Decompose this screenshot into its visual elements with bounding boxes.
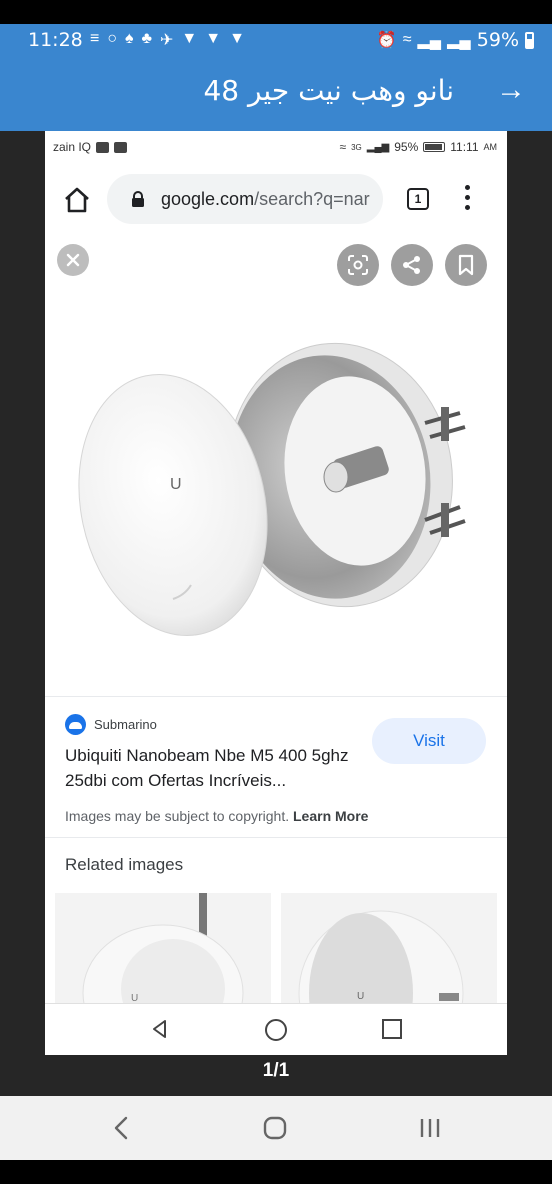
system-navigation-bar — [0, 1096, 552, 1160]
twitter-icon: ▼ — [181, 30, 198, 47]
wifi-icon: ≈ — [402, 31, 412, 48]
signal-icon: ▂▄▆ — [366, 141, 390, 153]
url-text[interactable]: google.com/search?q=nar — [161, 189, 373, 210]
product-image[interactable]: U — [45, 295, 507, 695]
related-images-title: Related images — [65, 855, 184, 874]
share-button[interactable] — [391, 244, 433, 286]
svg-text:U: U — [357, 991, 364, 1002]
carrier-name: zain IQ — [53, 140, 92, 154]
back-icon[interactable] — [112, 1116, 130, 1140]
signal-icon: ▂▄ — [447, 32, 471, 49]
home-icon[interactable] — [63, 187, 91, 213]
home-nav-icon[interactable] — [263, 1116, 289, 1140]
home-nav-icon[interactable] — [264, 1018, 288, 1042]
divider — [45, 696, 507, 697]
close-icon — [66, 253, 80, 267]
result-title[interactable]: Ubiquiti Nanobeam Nbe M5 400 5ghz 25dbi … — [65, 743, 365, 793]
source-name: Submarino — [94, 717, 157, 732]
copyright-text: Images may be subject to copyright. — [65, 808, 290, 824]
notification-icon: ≡ — [90, 30, 100, 47]
signal-icon: ▂▄ — [417, 32, 442, 49]
save-button[interactable] — [445, 244, 487, 286]
share-icon — [403, 256, 420, 274]
svg-text:U: U — [170, 476, 182, 493]
notification-icons: ≡ ○ ♠ ♣ ✈ ▼ ▼ ▼ — [90, 30, 245, 50]
back-icon[interactable] — [149, 1018, 171, 1040]
system-icons: ⏰ ≈ ▂▄ ▂▄ 59% — [377, 29, 534, 51]
alarm-icon: ⏰ — [376, 32, 397, 49]
visit-button[interactable]: Visit — [372, 718, 486, 764]
bottom-black-bar — [0, 1160, 552, 1184]
recents-icon[interactable] — [418, 1116, 442, 1140]
copyright-notice: Images may be subject to copyright. Lear… — [65, 808, 368, 824]
more-menu-icon[interactable] — [465, 185, 471, 213]
recents-icon[interactable] — [381, 1018, 403, 1040]
inner-status-bar: zain IQ ≈ 3G ▂▄▆ 95% 11:11 AM — [45, 131, 507, 163]
shared-screenshot[interactable]: zain IQ ≈ 3G ▂▄▆ 95% 11:11 AM google.com… — [45, 131, 507, 1055]
address-bar[interactable]: google.com/search?q=nar — [107, 174, 383, 224]
battery-icon — [525, 31, 534, 49]
inner-battery-percent: 95% — [394, 140, 419, 154]
lens-button[interactable] — [337, 244, 379, 286]
message-icon — [96, 141, 110, 153]
twitter-icon: ▼ — [229, 30, 245, 47]
inner-navigation-bar — [45, 1003, 507, 1055]
bookmark-icon — [458, 254, 474, 276]
spade-icon: ♠ — [125, 30, 134, 47]
url-path: /search?q=nar — [254, 189, 370, 209]
related-image-thumbnail[interactable]: U — [281, 893, 497, 1005]
arrow-right-icon[interactable]: → — [496, 73, 526, 107]
image-icon — [114, 141, 128, 153]
page-counter: 1/1 — [262, 1060, 290, 1081]
battery-percent: 59% — [476, 29, 519, 51]
game-icon: ♣ — [141, 30, 153, 47]
battery-icon — [423, 142, 446, 152]
top-black-bar — [0, 0, 552, 24]
url-domain: google.com — [161, 189, 255, 209]
lens-icon — [348, 255, 368, 275]
wifi-icon: ≈ — [339, 140, 347, 154]
browser-toolbar: google.com/search?q=nar 1 — [45, 163, 507, 235]
twitter-icon: ▼ — [205, 30, 222, 47]
source-row[interactable]: Submarino — [65, 714, 157, 735]
app-header: نانو وهب نيت جير 48 → — [0, 57, 552, 131]
related-image-thumbnail[interactable]: U — [55, 893, 271, 1005]
learn-more-link[interactable]: Learn More — [293, 808, 368, 824]
related-image-1: U — [82, 893, 244, 1005]
phone-status-bar: 11:28 ≡ ○ ♠ ♣ ✈ ▼ ▼ ▼ ⏰ ≈ ▂▄ ▂▄ 59% — [0, 24, 552, 57]
image-viewer-controls — [45, 235, 507, 295]
source-logo-icon — [65, 714, 86, 735]
inner-ampm: AM — [483, 142, 498, 152]
plane-icon: ✈ — [160, 32, 174, 49]
divider — [45, 837, 507, 838]
related-image-2: U — [298, 910, 464, 1005]
inner-time: 11:11 — [450, 140, 479, 154]
conversation-title: نانو وهب نيت جير 48 — [203, 74, 454, 107]
tab-switcher-button[interactable]: 1 — [407, 188, 429, 210]
instagram-icon: ○ — [107, 30, 118, 47]
network-type: 3G — [351, 142, 362, 152]
close-button[interactable] — [57, 244, 89, 276]
status-time: 11:28 — [28, 29, 83, 51]
lock-icon — [132, 191, 144, 207]
